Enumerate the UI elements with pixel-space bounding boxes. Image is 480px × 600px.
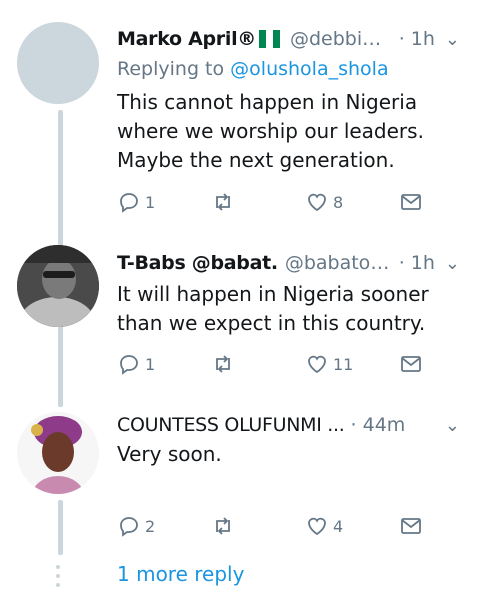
nigeria-flag-icon (259, 30, 280, 48)
tweet-text: This cannot happen in Nigeria where we w… (117, 90, 424, 172)
tweet-text: Very soon. (117, 442, 222, 466)
like-button[interactable]: 11 (305, 352, 353, 376)
display-name[interactable]: T-Babs @babat. (117, 252, 278, 274)
retweet-icon (216, 517, 230, 535)
like-count: 4 (333, 516, 344, 536)
tweet-text: It will happen in Nigeria sooner than we… (117, 282, 429, 335)
thread-line (58, 325, 63, 407)
direct-message-button[interactable] (399, 190, 423, 214)
avatar-photo (17, 412, 99, 494)
direct-message-button[interactable] (399, 352, 423, 376)
display-name[interactable]: Marko April® (117, 28, 256, 50)
reply-count: 2 (145, 516, 156, 536)
reply-count: 1 (145, 192, 156, 212)
dm-icon (401, 356, 421, 372)
like-button[interactable]: 4 (305, 514, 343, 538)
reply-icon (120, 355, 138, 375)
retweet-icon (216, 355, 230, 373)
avatar-photo (17, 245, 99, 327)
tweet-header: T-Babs @babat. @babatop... · 1h ⌄ (117, 248, 460, 278)
more-replies-link[interactable]: 1 more reply (117, 562, 244, 586)
reply-button[interactable]: 2 (117, 514, 155, 538)
like-icon (308, 193, 326, 212)
reply-button[interactable]: 1 (117, 190, 155, 214)
retweet-icon (216, 193, 230, 211)
replying-to-link[interactable]: @olushola_shola (230, 58, 388, 80)
chevron-down-icon[interactable]: ⌄ (435, 415, 460, 436)
retweet-button[interactable] (211, 352, 235, 376)
timestamp[interactable]: · 1h (399, 28, 435, 50)
chevron-down-icon[interactable]: ⌄ (435, 253, 460, 274)
dm-icon (401, 194, 421, 210)
chevron-down-icon[interactable]: ⌄ (435, 29, 460, 50)
handle[interactable]: @babatop... (285, 252, 393, 274)
thread-dots (55, 565, 61, 592)
replying-to: Replying to @olushola_shola (117, 58, 389, 80)
tweet-actions: 1 11 (117, 352, 427, 378)
timestamp[interactable]: · 1h (399, 252, 435, 274)
reply-icon (120, 193, 138, 213)
display-name[interactable]: COUNTESS OLUFUNMI ... (117, 414, 345, 436)
avatar[interactable] (17, 412, 99, 494)
timestamp[interactable]: · 44m (351, 414, 406, 436)
tweet-header: Marko April® @debbief... · 1h ⌄ (117, 24, 460, 54)
reply-icon (120, 517, 138, 537)
tweet-header: COUNTESS OLUFUNMI ... · 44m ⌄ (117, 410, 460, 440)
handle[interactable]: @debbief... (290, 28, 393, 50)
like-icon (308, 355, 326, 374)
retweet-button[interactable] (211, 514, 235, 538)
retweet-button[interactable] (211, 190, 235, 214)
avatar[interactable] (17, 245, 99, 327)
tweet-actions: 1 8 (117, 190, 427, 216)
thread-line (58, 110, 63, 248)
replying-to-label: Replying to (117, 58, 225, 80)
like-icon (308, 517, 326, 536)
reply-count: 1 (145, 354, 156, 374)
like-button[interactable]: 8 (305, 190, 343, 214)
like-count: 8 (333, 192, 344, 212)
reply-button[interactable]: 1 (117, 352, 155, 376)
direct-message-button[interactable] (399, 514, 423, 538)
avatar[interactable] (17, 22, 99, 104)
like-count: 11 (333, 354, 354, 374)
thread-line (58, 500, 63, 555)
dm-icon (401, 518, 421, 534)
tweet-actions: 2 4 (117, 514, 427, 540)
